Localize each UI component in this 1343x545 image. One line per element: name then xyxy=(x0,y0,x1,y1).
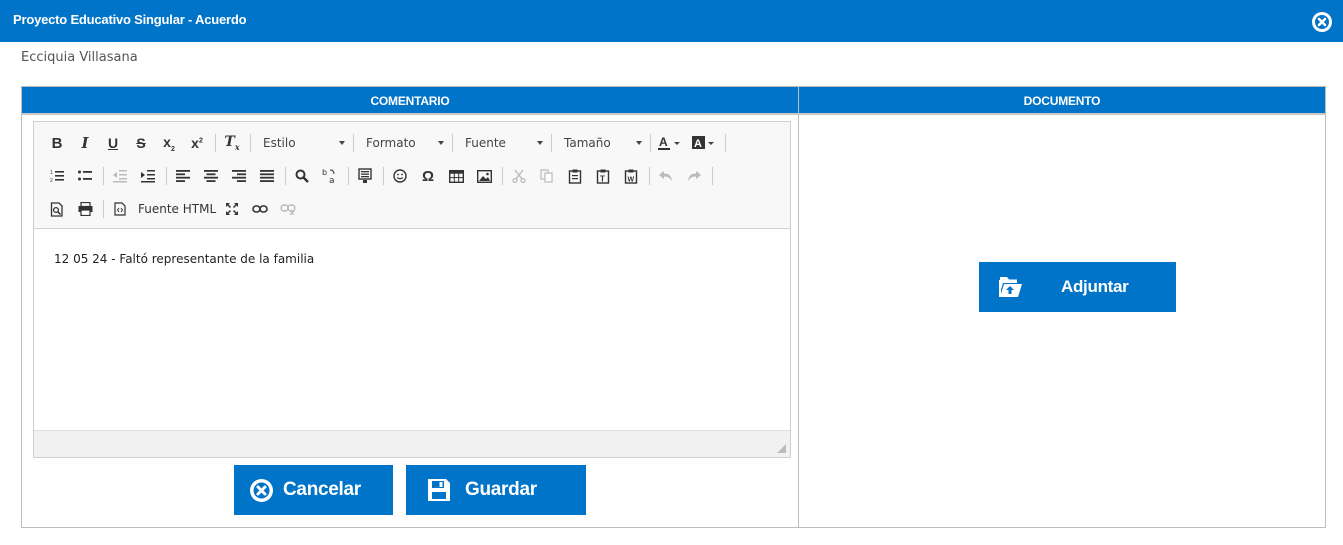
templates-icon[interactable] xyxy=(353,164,377,188)
background-color-icon[interactable]: A xyxy=(689,131,719,155)
dialog-title: Proyecto Educativo Singular - Acuerdo xyxy=(13,12,247,27)
attach-button[interactable]: Adjuntar xyxy=(979,262,1176,312)
chevron-down-icon xyxy=(339,141,345,145)
format-combo-label: Formato xyxy=(366,136,416,150)
unlink-icon[interactable] xyxy=(276,197,300,221)
search-icon[interactable] xyxy=(290,164,314,188)
cut-icon[interactable] xyxy=(507,164,531,188)
paste-text-icon[interactable]: T xyxy=(591,164,615,188)
undo-icon[interactable] xyxy=(654,164,678,188)
indent-icon[interactable] xyxy=(136,164,160,188)
chevron-down-icon xyxy=(537,141,543,145)
align-center-icon[interactable] xyxy=(199,164,223,188)
italic-icon[interactable]: I xyxy=(73,131,97,155)
cancel-circle-icon xyxy=(249,478,274,503)
chevron-down-icon xyxy=(438,141,444,145)
comment-panel: COMENTARIO B I U S x2 x2 Tx Estilo Forma… xyxy=(21,86,799,528)
save-button-label: Guardar xyxy=(465,479,537,500)
resize-handle-icon[interactable] xyxy=(777,444,786,453)
special-character-icon[interactable]: Ω xyxy=(416,164,440,188)
comment-text: 12 05 24 - Faltó representante de la fam… xyxy=(54,252,315,266)
justify-icon[interactable] xyxy=(255,164,279,188)
align-left-icon[interactable] xyxy=(171,164,195,188)
copy-icon[interactable] xyxy=(535,164,559,188)
maximize-icon[interactable] xyxy=(220,197,244,221)
superscript-icon[interactable]: x2 xyxy=(185,131,209,155)
bold-icon[interactable]: B xyxy=(45,131,69,155)
svg-text:1: 1 xyxy=(50,170,53,176)
format-combo[interactable]: Formato xyxy=(358,131,450,155)
dialog-titlebar: Proyecto Educativo Singular - Acuerdo xyxy=(0,0,1343,42)
svg-text:T: T xyxy=(600,174,605,183)
redo-icon[interactable] xyxy=(682,164,706,188)
source-code-icon[interactable] xyxy=(108,197,132,221)
rich-text-editor: B I U S x2 x2 Tx Estilo Formato Fuente T… xyxy=(33,121,791,458)
strikethrough-icon[interactable]: S xyxy=(129,131,153,155)
preview-icon[interactable] xyxy=(45,197,69,221)
cancel-button[interactable]: Cancelar xyxy=(234,465,393,515)
font-combo-label: Fuente xyxy=(465,136,506,150)
bulleted-list-icon[interactable] xyxy=(73,164,97,188)
chevron-down-icon xyxy=(636,141,642,145)
table-icon[interactable] xyxy=(444,164,468,188)
svg-text:A: A xyxy=(694,138,702,150)
editor-toolbar: B I U S x2 x2 Tx Estilo Formato Fuente T… xyxy=(34,122,790,229)
image-icon[interactable] xyxy=(472,164,496,188)
save-button[interactable]: Guardar xyxy=(406,465,586,515)
remove-format-icon[interactable]: Tx xyxy=(220,131,244,155)
link-icon[interactable] xyxy=(248,197,272,221)
font-combo[interactable]: Fuente xyxy=(457,131,549,155)
text-color-icon[interactable]: A xyxy=(655,131,685,155)
replace-icon[interactable]: ba xyxy=(318,164,342,188)
svg-text:a: a xyxy=(329,176,335,184)
comment-panel-header: COMENTARIO xyxy=(22,87,798,115)
numbered-list-icon[interactable]: 12 xyxy=(45,164,69,188)
outdent-icon[interactable] xyxy=(108,164,132,188)
size-combo-label: Tamaño xyxy=(564,136,611,150)
student-name: Ecciquia Villasana xyxy=(21,50,138,65)
svg-text:b: b xyxy=(322,168,327,177)
floppy-disk-icon xyxy=(427,478,451,502)
print-icon[interactable] xyxy=(73,197,97,221)
document-panel-header: DOCUMENTO xyxy=(799,87,1325,115)
svg-text:W: W xyxy=(628,176,635,183)
paste-word-icon[interactable]: W xyxy=(619,164,643,188)
svg-text:2: 2 xyxy=(50,178,53,183)
close-icon[interactable] xyxy=(1311,11,1333,33)
paste-icon[interactable] xyxy=(563,164,587,188)
underline-icon[interactable]: U xyxy=(101,131,125,155)
folder-upload-icon xyxy=(998,276,1023,298)
attach-button-label: Adjuntar xyxy=(1061,277,1129,296)
style-combo[interactable]: Estilo xyxy=(255,131,351,155)
cancel-button-label: Cancelar xyxy=(283,479,361,500)
align-right-icon[interactable] xyxy=(227,164,251,188)
style-combo-label: Estilo xyxy=(263,136,296,150)
editor-content-area[interactable]: 12 05 24 - Faltó representante de la fam… xyxy=(34,230,790,430)
emoji-icon[interactable] xyxy=(388,164,412,188)
document-panel: DOCUMENTO Adjuntar xyxy=(798,86,1326,528)
editor-statusbar xyxy=(34,430,790,457)
size-combo[interactable]: Tamaño xyxy=(556,131,648,155)
source-html-button[interactable]: Fuente HTML xyxy=(134,197,220,221)
subscript-icon[interactable]: x2 xyxy=(157,131,181,155)
svg-text:A: A xyxy=(659,135,668,149)
